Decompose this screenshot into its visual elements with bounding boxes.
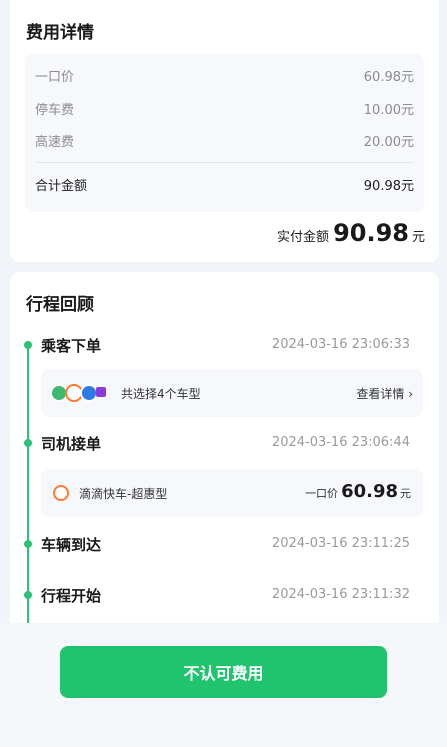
step-title-driver-accepted: 司机接单: [41, 435, 102, 453]
timeline-dot: [24, 341, 32, 349]
fee-value: 60.98元: [363, 70, 414, 85]
fee-breakdown-box: 一口价 60.98元 停车费 10.00元 高速费 20.00元 合计金额 90…: [25, 54, 424, 212]
price-value: 60.98: [341, 481, 398, 502]
view-details-link[interactable]: 查看详情 ›: [356, 385, 413, 402]
trip-review-card: 行程回顾 乘客下单 2024-03-16 23:06:33 共选择4个车型 查看…: [10, 272, 439, 628]
timeline-dot: [24, 540, 32, 548]
timeline-line: [27, 348, 29, 628]
timeline-dot: [24, 591, 32, 599]
fee-value: 10.00元: [363, 103, 414, 118]
fee-total-row: 合计金额 90.98元: [35, 175, 414, 194]
fee-value: 20.00元: [363, 135, 414, 150]
ride-price: 一口价 60.98 元: [305, 481, 411, 502]
fee-details-title: 费用详情: [26, 23, 94, 43]
paid-value: 90.98: [333, 219, 409, 247]
paid-amount: 实付金额 90.98 元: [277, 219, 425, 247]
total-value: 90.98元: [363, 179, 414, 194]
trip-review-title: 行程回顾: [26, 295, 94, 315]
fee-row-fixed-price: 一口价 60.98元: [35, 66, 414, 85]
ride-type-name: 滴滴快车-超惠型: [79, 487, 168, 501]
step-time: 2024-03-16 23:06:44: [271, 435, 410, 450]
divider: [35, 162, 414, 163]
step-title-trip-started: 行程开始: [41, 587, 102, 605]
fee-details-card: 费用详情 一口价 60.98元 停车费 10.00元 高速费 20.00元 合计…: [10, 0, 439, 262]
paid-label: 实付金额: [277, 230, 330, 245]
fee-label: 停车费: [35, 103, 75, 118]
fee-row-highway: 高速费 20.00元: [35, 131, 414, 150]
car-selection-box[interactable]: 共选择4个车型 查看详情 ›: [41, 369, 423, 417]
total-label: 合计金额: [35, 179, 88, 194]
fee-row-parking: 停车费 10.00元: [35, 99, 414, 118]
dispute-fee-button[interactable]: 不认可费用: [60, 646, 387, 698]
price-label: 一口价: [305, 487, 339, 500]
fee-label: 一口价: [35, 70, 75, 85]
price-unit: 元: [400, 487, 411, 500]
step-time: 2024-03-16 23:11:32: [271, 587, 410, 602]
car-type-icon: [96, 387, 106, 397]
step-time: 2024-03-16 23:11:25: [271, 536, 410, 551]
didi-logo-icon: [53, 485, 69, 501]
paid-unit: 元: [411, 230, 425, 245]
fee-label: 高速费: [35, 135, 75, 150]
car-selection-text: 共选择4个车型: [121, 387, 201, 401]
step-title-vehicle-arrived: 车辆到达: [41, 536, 102, 554]
ride-type-box: 滴滴快车-超惠型 一口价 60.98 元: [41, 469, 423, 517]
step-title-order-placed: 乘客下单: [41, 337, 102, 355]
timeline-dot: [24, 439, 32, 447]
step-time: 2024-03-16 23:06:33: [271, 337, 410, 352]
